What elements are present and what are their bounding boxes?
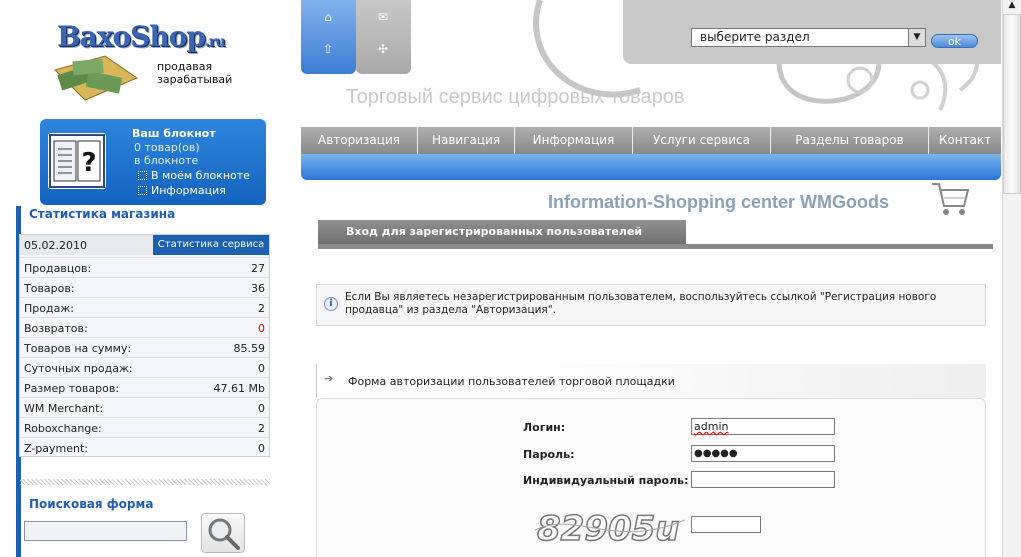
- stats-row: WM Merchant: 0: [20, 397, 269, 417]
- ind-password-label: Индивидуальный пароль:: [523, 474, 689, 487]
- service-stats-link[interactable]: Статистика сервиса: [153, 235, 269, 255]
- stats-title: Статистика магазина: [29, 207, 176, 221]
- center-title: Information-Shopping center WMGoods: [548, 192, 889, 212]
- bullet-icon: [138, 171, 147, 180]
- home-icon: ⌂: [324, 10, 332, 24]
- notebook-count: 0 товар(ов): [134, 141, 200, 154]
- dropdown-arrow-icon: ▼: [908, 29, 925, 46]
- nav-item-contact[interactable]: Контакт: [929, 127, 1001, 154]
- home-tab[interactable]: ⌂ ⇧: [301, 0, 356, 74]
- stats-row: Продаж: 2: [20, 297, 269, 317]
- nav-subbar: [301, 154, 1001, 180]
- form-header: ➔ Форма авторизации пользователей торгов…: [316, 364, 986, 398]
- stats-row: Возвратов: 0: [20, 317, 269, 337]
- notebook-panel: ? Ваш блокнот 0 товар(ов) в блокноте В м…: [40, 119, 266, 205]
- brand-name: BaxoShop.ru: [57, 20, 225, 53]
- info-notice: i Если Вы являетесь незарегистрированным…: [316, 284, 986, 326]
- divider: [20, 479, 270, 485]
- notebook-my-link[interactable]: В моём блокноте: [138, 169, 250, 182]
- form-header-border: [316, 364, 317, 398]
- stats-row: Z-payment: 0: [20, 437, 269, 457]
- stats-header: 05.02.2010 Статистика сервиса: [20, 235, 269, 255]
- svg-text:?: ?: [81, 148, 96, 178]
- captcha-image: 82905u: [535, 508, 685, 550]
- slogan: продавая зарабатывай: [157, 60, 233, 86]
- nav-item-info[interactable]: Информация: [515, 127, 633, 154]
- nav-item-sections[interactable]: Разделы товаров: [771, 127, 929, 154]
- mail-tab[interactable]: ✉ ✣: [356, 0, 411, 74]
- login-input[interactable]: admin: [691, 418, 835, 435]
- password-label: Пароль:: [523, 448, 575, 461]
- magnifier-icon: [208, 518, 240, 550]
- login-label: Логин:: [523, 421, 566, 434]
- notebook-help-icon: ?: [48, 133, 106, 189]
- ok-button[interactable]: ok: [931, 34, 978, 48]
- left-column: BaxoShop.ru продавая зарабатывай ? Ваш б…: [0, 0, 290, 557]
- stats-row: Roboxchange: 2: [20, 417, 269, 437]
- site-title: Торговый сервис цифровых товаров: [346, 86, 685, 108]
- stats-row: Суточных продаж: 0: [20, 357, 269, 377]
- scroll-up-arrow-icon[interactable]: ▲: [1003, 0, 1021, 14]
- stats-row: Товаров: 36: [20, 277, 269, 297]
- bullet-icon: [138, 186, 147, 195]
- section-select[interactable]: выберите раздел ▼: [691, 28, 926, 47]
- mail-icon: ✉: [377, 10, 389, 24]
- sitemap-icon: ✣: [377, 42, 389, 56]
- main-nav: Авторизация Навигация Информация Услуги …: [301, 127, 1001, 154]
- cart-icon: [932, 183, 970, 215]
- main-column: ⌂ ⇧ ✉ ✣ выберите раздел ▼ ok Торговый се…: [290, 0, 1021, 557]
- stats-table: 05.02.2010 Статистика сервиса Продавцов:…: [19, 234, 270, 457]
- nav-item-auth[interactable]: Авторизация: [301, 127, 418, 154]
- login-section-tab: Вход для зарегистрированных пользователе…: [318, 220, 686, 244]
- form-title: Форма авторизации пользователей торговой…: [348, 375, 675, 388]
- search-title: Поисковая форма: [29, 497, 154, 511]
- scrollbar-thumb[interactable]: [1003, 14, 1021, 194]
- password-input[interactable]: ●●●●●: [691, 445, 835, 462]
- notebook-info-link[interactable]: Информация: [138, 184, 226, 197]
- stats-date: 05.02.2010: [24, 239, 87, 252]
- login-underline: [318, 244, 993, 249]
- nav-item-services[interactable]: Услуги сервиса: [633, 127, 771, 154]
- money-logo-icon: [54, 55, 139, 101]
- up-arrow-icon: ⇧: [322, 42, 334, 56]
- stats-row: Продавцов: 27: [20, 257, 269, 277]
- info-icon: i: [324, 297, 338, 311]
- notebook-in-label: в блокноте: [134, 154, 199, 167]
- search-button[interactable]: [201, 513, 245, 553]
- site-logo[interactable]: BaxoShop.ru продавая зарабатывай: [45, 14, 245, 104]
- ind-password-input[interactable]: [691, 471, 835, 488]
- captcha-input[interactable]: [691, 516, 761, 533]
- stats-row: Размер товаров: 47.61 Mb: [20, 377, 269, 397]
- info-text: Если Вы являетесь незарегистрированным п…: [345, 291, 937, 316]
- notebook-title: Ваш блокнот: [132, 127, 216, 140]
- nav-item-navigation[interactable]: Навигация: [418, 127, 515, 154]
- stats-row: Товаров на сумму: 85.59: [20, 337, 269, 357]
- search-input[interactable]: [24, 521, 187, 541]
- arrow-right-icon: ➔: [324, 372, 334, 385]
